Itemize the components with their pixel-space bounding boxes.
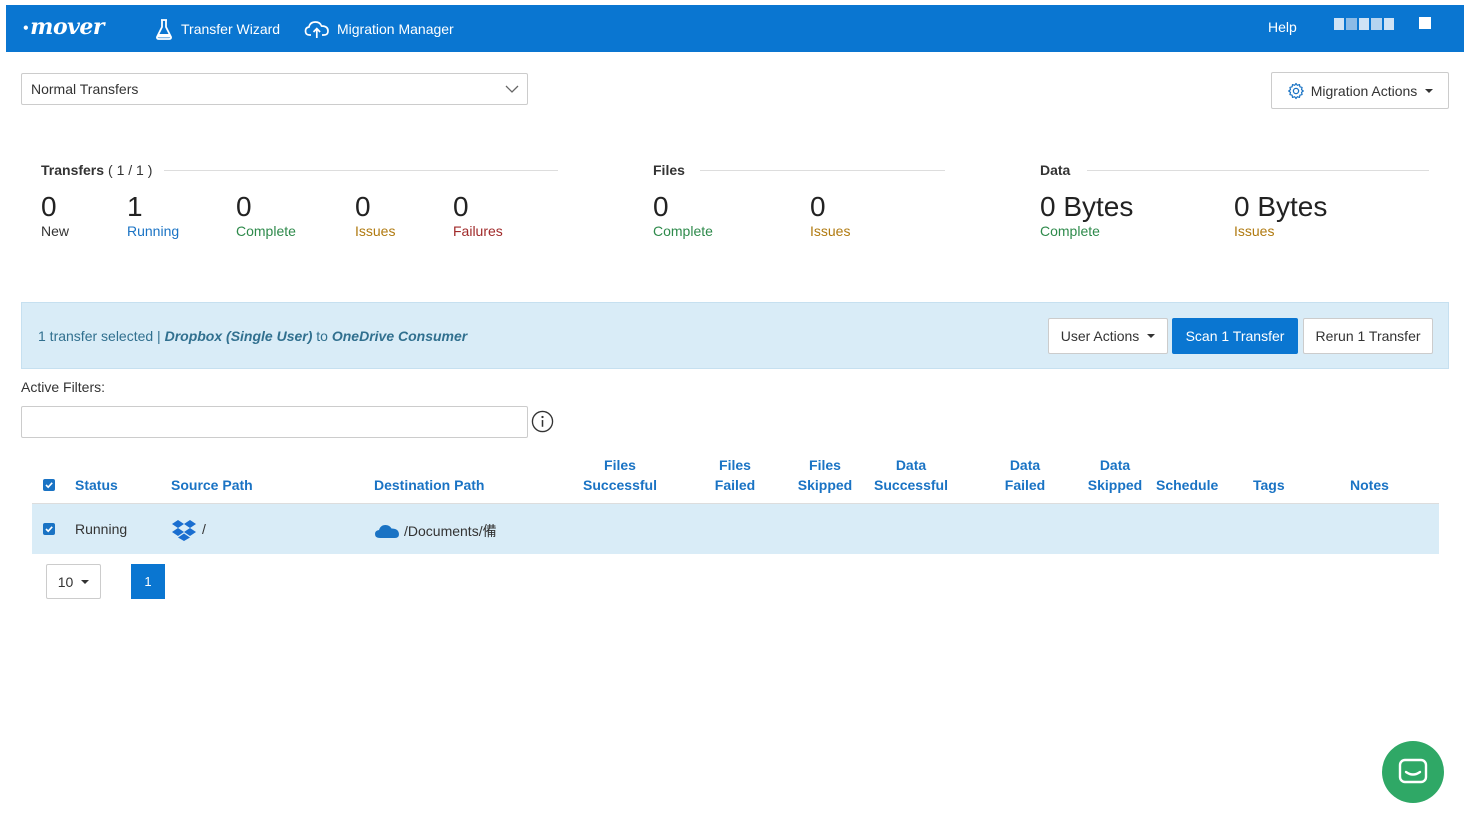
mover-logo[interactable]: •mover [22,14,104,40]
cloud-upload-icon [304,20,329,38]
nav-help-link[interactable]: Help [1268,19,1297,35]
account-avatar[interactable] [1419,17,1431,29]
gear-icon [1287,82,1304,99]
stat-issues[interactable]: 0 Issues [355,192,395,240]
chat-icon [1398,758,1428,784]
select-all-checkbox[interactable] [43,479,55,491]
chevron-down-icon [505,85,519,93]
active-filters-label: Active Filters: [21,379,106,395]
rerun-transfer-button[interactable]: Rerun 1 Transfer [1303,318,1433,354]
column-header-data-skipped[interactable]: Data Skipped [1080,455,1150,495]
stat-complete[interactable]: 0 Complete [236,192,296,240]
column-header-files-successful[interactable]: Files Successful [575,455,665,495]
transfer-type-select[interactable]: Normal Transfers [21,73,528,105]
scan-transfer-button[interactable]: Scan 1 Transfer [1172,318,1298,354]
chat-launcher-button[interactable] [1382,741,1444,803]
column-header-data-failed[interactable]: Data Failed [995,455,1055,495]
caret-down-icon [1147,334,1156,338]
selection-source-connector: Dropbox (Single User) [164,328,313,344]
flask-icon [156,18,172,40]
column-header-data-successful[interactable]: Data Successful [866,455,956,495]
row-destination-path[interactable]: /Documents/備 [404,521,497,541]
divider [700,170,945,171]
data-stat-header: Data [1040,162,1071,178]
column-header-source-path[interactable]: Source Path [171,475,253,495]
nav-transfer-wizard[interactable]: Transfer Wizard [154,5,280,52]
column-header-notes[interactable]: Notes [1350,475,1389,495]
stat-files-issues: 0 Issues [810,191,851,240]
column-header-files-failed[interactable]: Files Failed [705,455,765,495]
user-menu[interactable] [1334,18,1395,30]
row-checkbox[interactable] [43,523,55,535]
column-header-status[interactable]: Status [75,475,118,495]
column-header-schedule[interactable]: Schedule [1156,475,1218,495]
stat-running[interactable]: 1 Running [127,192,179,240]
user-actions-label: User Actions [1060,328,1140,344]
active-filters-input[interactable] [21,406,528,438]
row-status: Running [75,521,128,537]
stat-files-complete: 0 Complete [653,191,713,240]
transfer-type-selected: Normal Transfers [31,81,139,97]
page-size-value: 10 [57,573,74,590]
page-button-1[interactable]: 1 [131,564,165,599]
row-source-path[interactable]: / [202,521,206,537]
nav-migration-manager-label: Migration Manager [337,20,454,37]
dropbox-icon [172,520,196,541]
divider [1087,170,1429,171]
selection-summary: 1 transfer selected | Dropbox (Single Us… [38,328,468,344]
transfers-count: ( 1 / 1 ) [108,162,153,178]
migration-actions-label: Migration Actions [1310,82,1418,99]
table-row[interactable]: Running / /Documents/備 [32,504,1439,554]
stat-data-issues: 0 Bytes Issues [1234,191,1328,240]
caret-down-icon [1425,88,1434,93]
info-icon[interactable] [531,410,554,433]
stat-new[interactable]: 0 New [41,192,69,240]
transfers-stat-header: Transfers( 1 / 1 ) [41,162,153,178]
stat-data-complete: 0 Bytes Complete [1040,191,1134,240]
selection-destination-connector: OneDrive Consumer [331,328,468,344]
column-header-files-skipped[interactable]: Files Skipped [790,455,860,495]
column-header-destination-path[interactable]: Destination Path [374,475,484,495]
divider [164,170,558,171]
user-actions-button[interactable]: User Actions [1048,318,1168,354]
nav-migration-manager[interactable]: Migration Manager [304,5,454,52]
migration-actions-button[interactable]: Migration Actions [1271,72,1449,109]
selection-bar: 1 transfer selected | Dropbox (Single Us… [21,302,1449,369]
onedrive-icon [375,525,399,538]
stat-failures[interactable]: 0 Failures [453,192,503,240]
files-stat-header: Files [653,162,685,178]
page-size-select[interactable]: 10 [46,564,101,599]
column-header-tags[interactable]: Tags [1253,475,1285,495]
nav-transfer-wizard-label: Transfer Wizard [181,20,281,37]
caret-down-icon [81,579,90,584]
top-nav-bar: •mover Transfer Wizard Migration Manager… [6,5,1464,52]
